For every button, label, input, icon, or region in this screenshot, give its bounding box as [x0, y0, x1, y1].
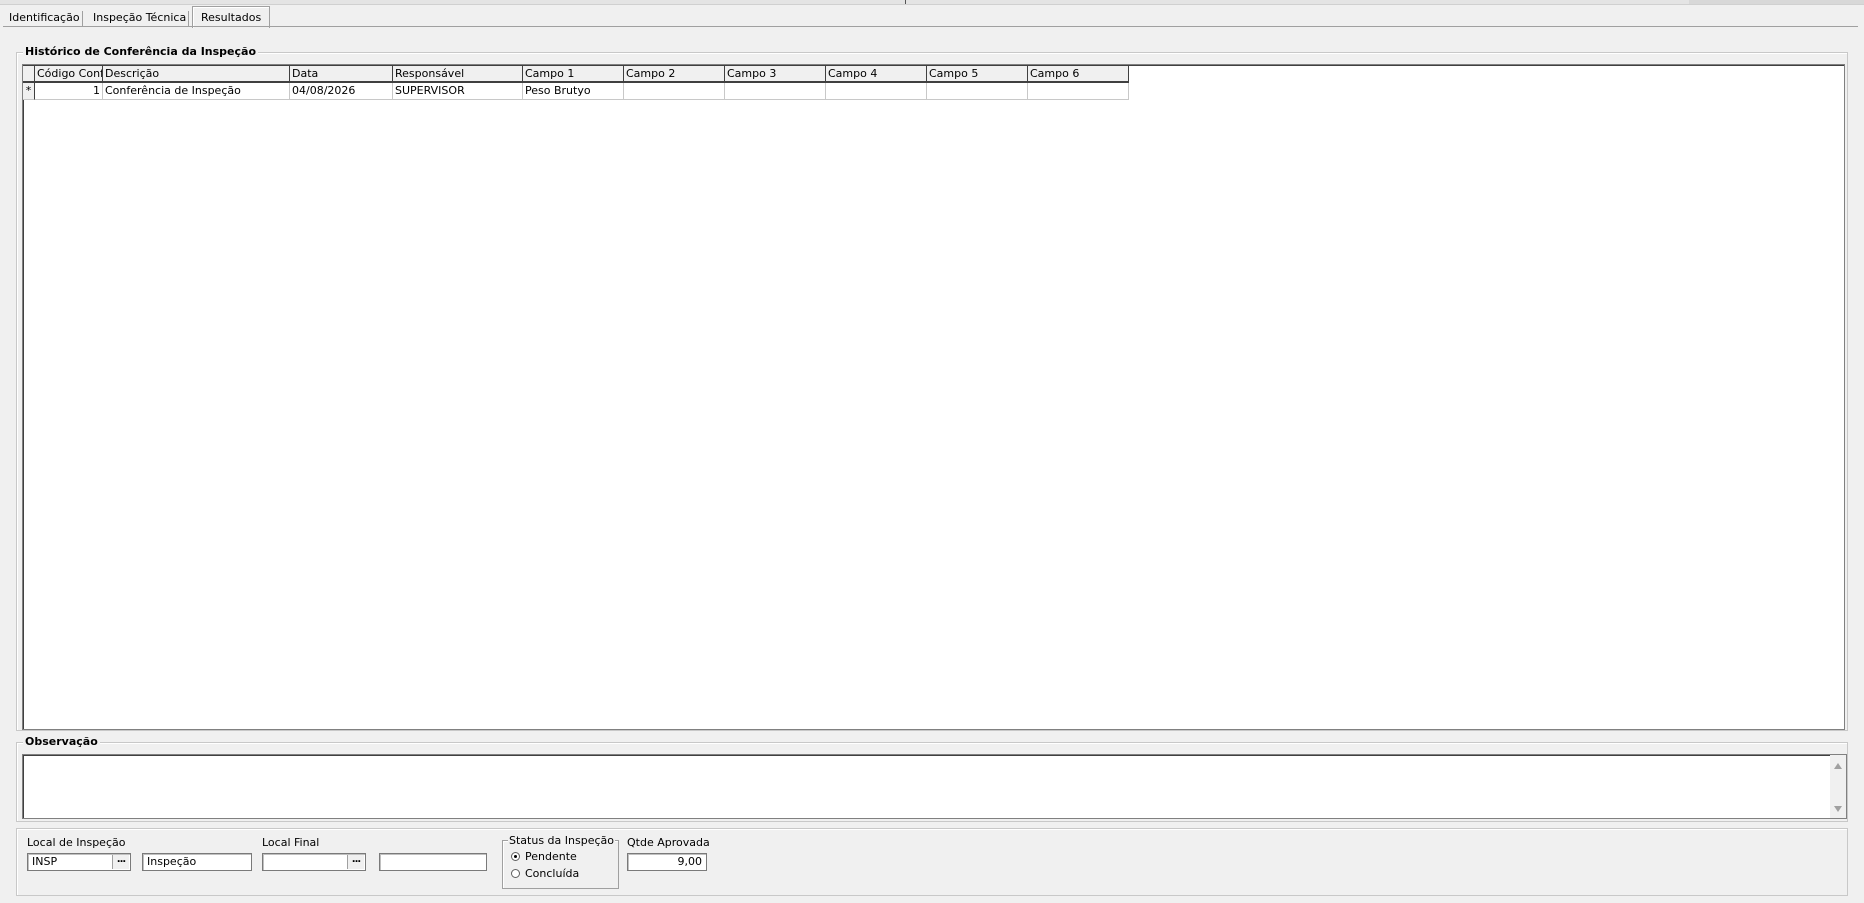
cell-responsavel[interactable]: SUPERVISOR — [393, 83, 523, 100]
tab-separator — [188, 11, 189, 26]
column-header-descricao[interactable]: Descrição — [103, 66, 290, 83]
history-group-title: Histórico de Conferência da Inspeção — [23, 45, 259, 58]
scroll-down-arrow-icon[interactable] — [1834, 806, 1842, 812]
column-header-campo5[interactable]: Campo 5 — [927, 66, 1028, 83]
cell-codigo[interactable]: 1 — [35, 83, 103, 100]
column-header-campo6[interactable]: Campo 6 — [1028, 66, 1129, 83]
observacao-memo[interactable] — [22, 754, 1847, 819]
top-edge-mark — [905, 0, 906, 4]
status-inspecao-group: Status da Inspeção Pendente Concluída — [502, 834, 619, 889]
column-header-data[interactable]: Data — [290, 66, 393, 83]
scroll-up-arrow-icon[interactable] — [1834, 763, 1842, 769]
column-header-campo3[interactable]: Campo 3 — [725, 66, 826, 83]
local-inspecao-description-field[interactable]: Inspeção — [142, 853, 252, 871]
table-row[interactable]: * 1 Conferência de Inspeção 04/08/2026 S… — [23, 83, 1129, 100]
cell-campo4[interactable] — [826, 83, 927, 100]
local-final-description-field[interactable] — [379, 853, 487, 871]
tab-separator — [82, 11, 83, 26]
cell-campo2[interactable] — [624, 83, 725, 100]
tab-inspecao-tecnica[interactable]: Inspeção Técnica — [85, 9, 194, 27]
tab-identificacao[interactable]: Identificação — [1, 9, 88, 27]
column-header-campo2[interactable]: Campo 2 — [624, 66, 725, 83]
local-inspecao-code-value: INSP — [32, 855, 58, 868]
column-header-campo1[interactable]: Campo 1 — [523, 66, 624, 83]
tab-resultados[interactable]: Resultados — [192, 6, 271, 28]
cell-data[interactable]: 04/08/2026 — [290, 83, 393, 100]
qtde-aprovada-label: Qtde Aprovada — [627, 836, 710, 849]
radio-concluida-circle-icon[interactable] — [511, 869, 520, 878]
radio-pendente[interactable]: Pendente — [511, 850, 577, 863]
local-inspecao-code-field[interactable]: INSP ... — [27, 853, 131, 871]
cell-campo6[interactable] — [1028, 83, 1129, 100]
grid-header-row: Código Conf. Descrição Data Responsável … — [23, 66, 1129, 83]
local-final-code-field[interactable]: ... — [262, 853, 366, 871]
radio-concluida[interactable]: Concluída — [511, 867, 579, 880]
radio-pendente-circle-icon[interactable] — [511, 852, 520, 861]
history-grid[interactable]: Código Conf. Descrição Data Responsável … — [22, 64, 1845, 730]
local-final-lookup-button[interactable]: ... — [347, 855, 364, 869]
local-final-label: Local Final — [262, 836, 320, 849]
radio-pendente-label: Pendente — [525, 850, 577, 863]
memo-scrollbar[interactable] — [1830, 755, 1846, 818]
cell-descricao[interactable]: Conferência de Inspeção — [103, 83, 290, 100]
cell-campo3[interactable] — [725, 83, 826, 100]
row-indicator[interactable]: * — [23, 83, 35, 100]
local-inspecao-label: Local de Inspeção — [27, 836, 126, 849]
column-header-responsavel[interactable]: Responsável — [393, 66, 523, 83]
tab-bar: Identificação Inspeção Técnica Resultado… — [0, 6, 1864, 28]
qtde-aprovada-field[interactable]: 9,00 — [627, 853, 707, 871]
top-edge-block — [1689, 0, 1864, 4]
column-header-codigo[interactable]: Código Conf. — [35, 66, 103, 83]
observacao-group-title: Observação — [23, 735, 100, 748]
window-top-edge — [0, 0, 1864, 5]
status-inspecao-label: Status da Inspeção — [508, 834, 615, 847]
cell-campo5[interactable] — [927, 83, 1028, 100]
column-header-campo4[interactable]: Campo 4 — [826, 66, 927, 83]
grid-header-indicator — [23, 66, 35, 83]
cell-campo1[interactable]: Peso Brutyo — [523, 83, 624, 100]
radio-concluida-label: Concluída — [525, 867, 580, 880]
local-inspecao-lookup-button[interactable]: ... — [112, 855, 129, 869]
